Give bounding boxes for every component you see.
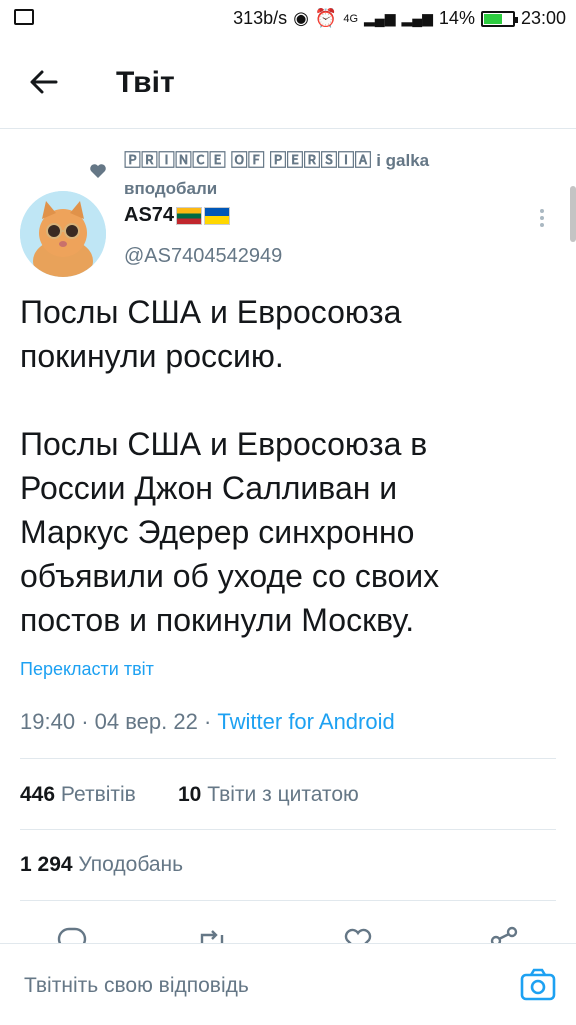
tweet-meta: 19:40 · 04 вер. 22 · Twitter for Android bbox=[20, 709, 395, 735]
lithuania-flag-icon bbox=[176, 206, 203, 225]
likes-stats[interactable]: 1 294 Уподобань bbox=[20, 853, 183, 877]
liked-by-context[interactable]: 🄿🅁🄸🄽🄲🄴 🄾🄵 🄿🄴🅁🅂🄸🄰 i galka вподобали bbox=[124, 147, 524, 203]
quotes-label: Твіти з цитатою bbox=[207, 783, 359, 806]
quotes-count: 10 bbox=[178, 783, 202, 806]
scrollbar[interactable] bbox=[570, 186, 576, 242]
like-heart-icon[interactable] bbox=[342, 925, 374, 945]
battery-percent: 14% bbox=[438, 8, 475, 28]
liked-suffix: вподобали bbox=[124, 179, 218, 198]
tweet-time: 19:40 bbox=[20, 709, 76, 734]
meta-separator: · bbox=[81, 709, 95, 734]
signal-icon: ▂▄▆ bbox=[364, 10, 396, 26]
retweet-stats[interactable]: 446 Ретвітів bbox=[20, 783, 136, 807]
liker-name-1[interactable]: 🄿🅁🄸🄽🄲🄴 🄾🄵 🄿🄴🅁🅂🄸🄰 bbox=[124, 151, 371, 170]
reply-composer-bar: Твітніть свою відповідь bbox=[0, 943, 576, 1025]
more-options-icon[interactable] bbox=[534, 206, 550, 230]
image-notification-icon bbox=[14, 9, 34, 25]
status-bar: 313b/s ◉ ⏰ 4G ▂▄▆ ▂▄▆ 14% 23:00 bbox=[0, 0, 576, 38]
alarm-icon: ⏰ bbox=[314, 8, 338, 28]
divider bbox=[20, 900, 556, 901]
author-name-row[interactable]: AS74 bbox=[124, 204, 231, 227]
share-icon[interactable] bbox=[488, 925, 520, 945]
tweet-date: 04 вер. 22 bbox=[94, 709, 198, 734]
page-title: Твіт bbox=[116, 66, 175, 99]
hotspot-icon: ◉ bbox=[293, 8, 309, 28]
meta-separator: · bbox=[203, 709, 218, 734]
liker-name-2[interactable]: i galka bbox=[376, 151, 429, 170]
reply-icon[interactable] bbox=[56, 925, 88, 945]
avatar[interactable] bbox=[20, 191, 106, 277]
signal-icon-2: ▂▄▆ bbox=[401, 10, 433, 26]
network-type: 4G bbox=[343, 12, 359, 25]
translate-tweet-link[interactable]: Перекласти твіт bbox=[20, 659, 154, 680]
ukraine-flag-icon bbox=[204, 206, 231, 225]
battery-icon bbox=[480, 10, 518, 27]
liked-heart-icon bbox=[88, 161, 108, 181]
reply-input[interactable]: Твітніть свою відповідь bbox=[24, 974, 249, 998]
clock: 23:00 bbox=[520, 8, 566, 28]
likes-label: Уподобань bbox=[78, 853, 184, 876]
author-name[interactable]: AS74 bbox=[124, 204, 174, 227]
divider bbox=[20, 829, 556, 830]
tweet-text: Послы США и Евросоюза покинули россию. П… bbox=[20, 294, 440, 638]
app-header: Твіт bbox=[0, 38, 576, 129]
divider bbox=[20, 758, 556, 759]
retweets-label: Ретвітів bbox=[60, 783, 136, 806]
likes-count: 1 294 bbox=[20, 853, 73, 876]
network-speed: 313b/s bbox=[233, 8, 288, 28]
retweets-count: 446 bbox=[20, 783, 56, 806]
tweet-source-link[interactable]: Twitter for Android bbox=[217, 709, 394, 734]
quote-stats[interactable]: 10 Твіти з цитатою bbox=[178, 783, 359, 807]
retweet-icon[interactable] bbox=[196, 925, 228, 945]
back-arrow-icon[interactable] bbox=[26, 64, 62, 100]
camera-icon[interactable] bbox=[520, 968, 556, 1002]
author-handle[interactable]: @AS7404542949 bbox=[124, 245, 282, 268]
status-right: 313b/s ◉ ⏰ 4G ▂▄▆ ▂▄▆ 14% 23:00 bbox=[233, 8, 566, 29]
